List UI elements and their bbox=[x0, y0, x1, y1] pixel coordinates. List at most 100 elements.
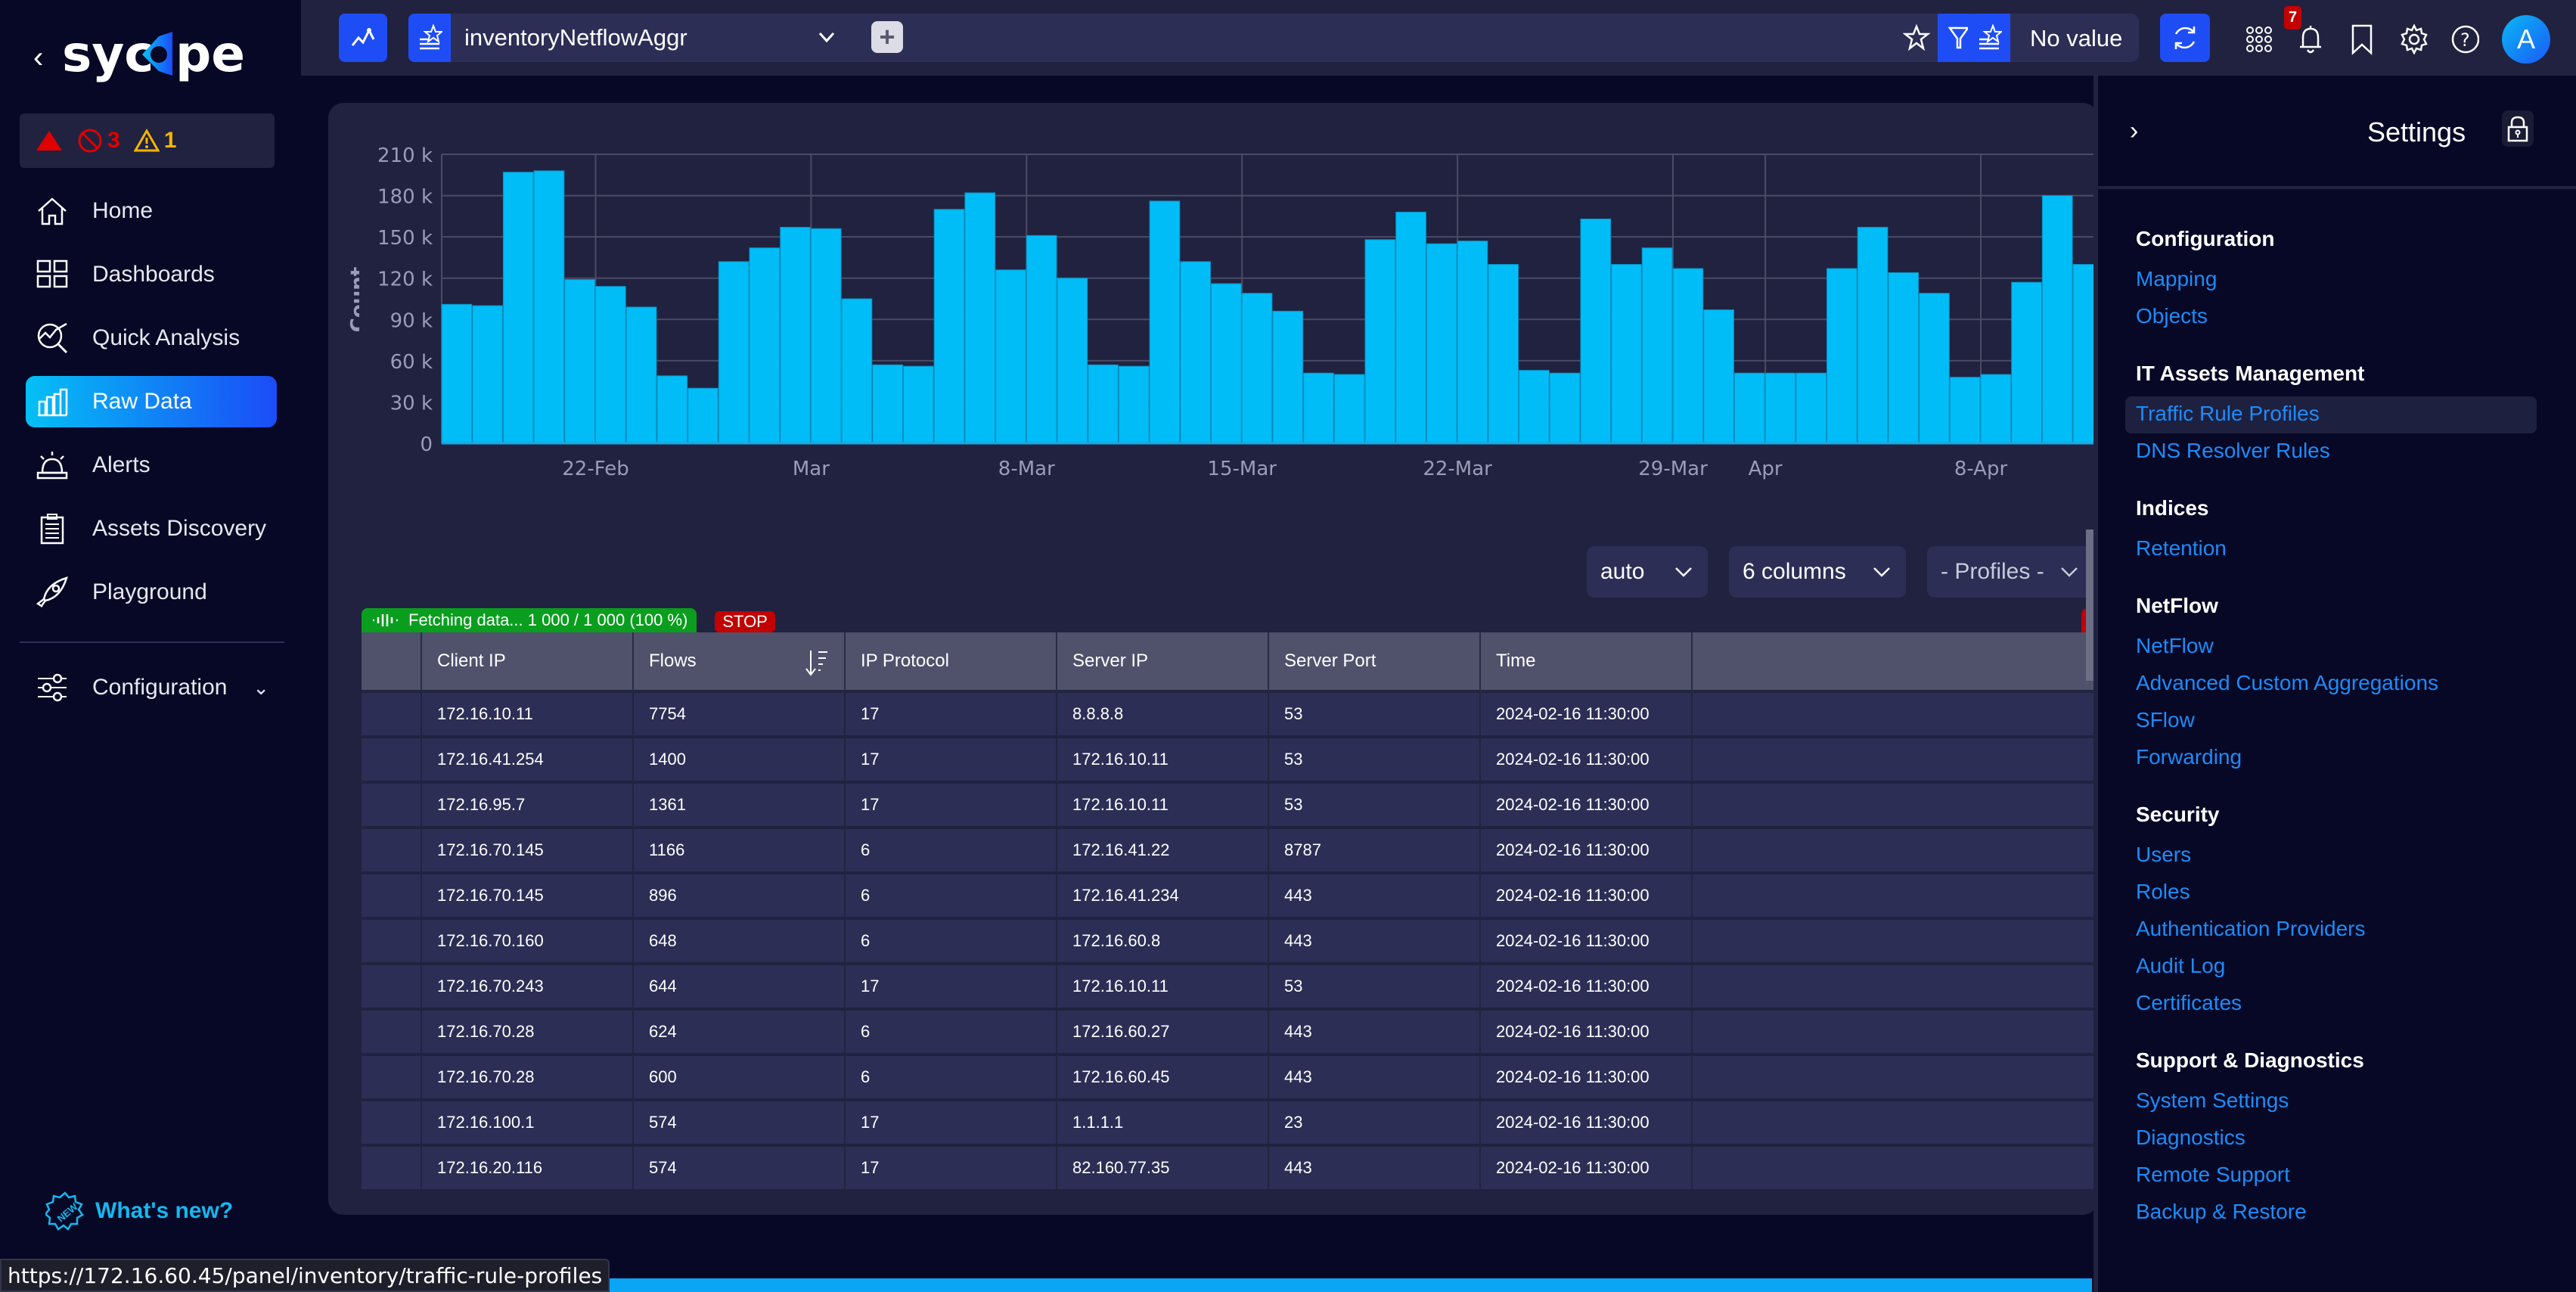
bar[interactable] bbox=[1519, 370, 1550, 444]
sidebar-item-home[interactable]: Home bbox=[26, 185, 277, 237]
chevron-down-icon[interactable]: ⌄ bbox=[253, 676, 269, 700]
settings-link-forwarding[interactable]: Forwarding bbox=[2136, 740, 2559, 777]
bar[interactable] bbox=[872, 364, 903, 444]
interval-select[interactable]: auto bbox=[1587, 546, 1708, 598]
column-header-flows[interactable]: Flows bbox=[634, 632, 846, 693]
column-header-ip-protocol[interactable]: IP Protocol bbox=[846, 632, 1057, 693]
row-select-cell[interactable] bbox=[362, 1056, 422, 1101]
sidebar-item-playground[interactable]: Playground bbox=[26, 567, 277, 618]
bar[interactable] bbox=[1180, 261, 1212, 444]
row-select-cell[interactable] bbox=[362, 1101, 422, 1147]
row-select-cell[interactable] bbox=[362, 1011, 422, 1056]
row-select-cell[interactable] bbox=[362, 829, 422, 874]
bar[interactable] bbox=[1857, 226, 1889, 444]
table-row[interactable]: 172.16.20.116 574 17 82.160.77.35 443 2024-02… bbox=[362, 1147, 2098, 1192]
profiles-select[interactable]: - Profiles - bbox=[1927, 546, 2093, 598]
bar[interactable] bbox=[1488, 264, 1519, 444]
bar[interactable] bbox=[533, 170, 565, 444]
settings-link-authentication-providers[interactable]: Authentication Providers bbox=[2136, 912, 2559, 949]
refresh-button[interactable] bbox=[2160, 14, 2210, 62]
star-icon[interactable] bbox=[1902, 23, 1931, 55]
bar[interactable] bbox=[1057, 278, 1088, 444]
bar[interactable] bbox=[1888, 272, 1920, 444]
bar[interactable] bbox=[1703, 309, 1734, 444]
column-header-client-ip[interactable]: Client IP bbox=[422, 632, 634, 693]
bar[interactable] bbox=[718, 261, 750, 444]
bar[interactable] bbox=[1211, 283, 1242, 444]
settings-link-backup-restore[interactable]: Backup & Restore bbox=[2136, 1194, 2559, 1231]
bar[interactable] bbox=[625, 306, 657, 444]
settings-link-sflow[interactable]: SFlow bbox=[2136, 703, 2559, 740]
bar[interactable] bbox=[964, 192, 996, 444]
settings-link-objects[interactable]: Objects bbox=[2136, 299, 2559, 336]
settings-link-dns-resolver-rules[interactable]: DNS Resolver Rules bbox=[2136, 433, 2559, 471]
bar[interactable] bbox=[749, 247, 781, 444]
bar[interactable] bbox=[1149, 200, 1181, 444]
add-query-button[interactable]: + bbox=[871, 21, 903, 53]
bar[interactable] bbox=[1919, 293, 1950, 444]
bar[interactable] bbox=[780, 226, 811, 444]
bar[interactable] bbox=[810, 228, 842, 444]
column-header-server-port[interactable]: Server Port bbox=[1269, 632, 1481, 693]
bookmark-icon[interactable] bbox=[2348, 17, 2376, 62]
row-select-cell[interactable] bbox=[362, 965, 422, 1011]
settings-link-mapping[interactable]: Mapping bbox=[2136, 262, 2559, 299]
apps-grid-icon[interactable] bbox=[2245, 17, 2273, 62]
avatar[interactable]: A bbox=[2502, 15, 2550, 64]
sort-descending-icon[interactable] bbox=[803, 648, 829, 678]
query-type-button[interactable] bbox=[339, 14, 387, 62]
table-row[interactable]: 172.16.70.160 648 6 172.16.60.8 443 2024-02-1… bbox=[362, 920, 2098, 965]
bar[interactable] bbox=[1241, 293, 1273, 444]
sidebar-item-raw-data[interactable]: Raw Data bbox=[26, 376, 277, 427]
bar[interactable] bbox=[2041, 195, 2073, 444]
column-header-server-ip[interactable]: Server IP bbox=[1057, 632, 1269, 693]
bar[interactable] bbox=[1364, 239, 1396, 444]
bar[interactable] bbox=[1980, 374, 2012, 444]
bar[interactable] bbox=[1026, 234, 1057, 444]
table-row[interactable]: 172.16.41.254 1400 17 172.16.10.11 53 2024-02… bbox=[362, 738, 2098, 784]
bar[interactable] bbox=[1088, 364, 1119, 444]
bar[interactable] bbox=[687, 387, 718, 444]
bar[interactable] bbox=[472, 305, 503, 444]
flows-histogram-chart[interactable]: 0 30 k 60 k 90 k 120 k 150 k 180 k 210 k 22-Feb M… bbox=[328, 103, 2098, 511]
warning-alerts[interactable]: 1 bbox=[133, 128, 176, 154]
bar[interactable] bbox=[995, 269, 1026, 444]
saved-query-icon[interactable] bbox=[408, 14, 451, 62]
row-select-cell[interactable] bbox=[362, 1147, 422, 1192]
collapse-panel-chevron-icon[interactable]: › bbox=[2130, 116, 2138, 146]
settings-link-netflow[interactable]: NetFlow bbox=[2136, 629, 2559, 666]
settings-link-users[interactable]: Users bbox=[2136, 837, 2559, 874]
alerts-summary[interactable]: 3 1 bbox=[20, 113, 275, 168]
sidebar-item-assets-discovery[interactable]: Assets Discovery bbox=[26, 503, 277, 554]
sidebar-item-dashboards[interactable]: Dashboards bbox=[26, 249, 277, 300]
notifications-bell-icon[interactable]: 7 bbox=[2284, 6, 2325, 62]
bar[interactable] bbox=[1611, 264, 1642, 444]
bar[interactable] bbox=[1949, 377, 1981, 444]
table-row[interactable]: 172.16.10.11 7754 17 8.8.8.8 53 2024-02-16 11… bbox=[362, 693, 2098, 738]
settings-link-traffic-rule-profiles[interactable]: Traffic Rule Profiles bbox=[2125, 396, 2537, 433]
bar[interactable] bbox=[1333, 374, 1365, 444]
settings-link-system-settings[interactable]: System Settings bbox=[2136, 1083, 2559, 1120]
settings-link-advanced-custom-aggregations[interactable]: Advanced Custom Aggregations bbox=[2136, 666, 2559, 703]
bar[interactable] bbox=[903, 365, 934, 444]
bar[interactable] bbox=[1826, 268, 1858, 444]
bar[interactable] bbox=[841, 298, 873, 444]
row-select-cell[interactable] bbox=[362, 784, 422, 829]
gear-icon[interactable] bbox=[2399, 17, 2428, 62]
sidebar-item-alerts[interactable]: Alerts bbox=[26, 439, 277, 491]
bar[interactable] bbox=[656, 375, 688, 444]
chevron-left-icon[interactable]: ‹ bbox=[33, 41, 48, 75]
settings-link-audit-log[interactable]: Audit Log bbox=[2136, 949, 2559, 986]
bar[interactable] bbox=[1764, 372, 1796, 444]
bar[interactable] bbox=[2011, 281, 2042, 444]
critical-alert[interactable] bbox=[35, 129, 64, 152]
bar[interactable] bbox=[1303, 372, 1334, 444]
table-row[interactable]: 172.16.70.243 644 17 172.16.10.11 53 2024-02-… bbox=[362, 965, 2098, 1011]
bar[interactable] bbox=[1580, 218, 1612, 444]
table-row[interactable]: 172.16.70.145 1166 6 172.16.41.22 8787 2024-0… bbox=[362, 829, 2098, 874]
bar[interactable] bbox=[1641, 247, 1673, 444]
sidebar-item-quick-analysis[interactable]: Quick Analysis bbox=[26, 312, 277, 364]
bar[interactable] bbox=[1118, 365, 1150, 444]
column-header-select[interactable] bbox=[362, 632, 422, 693]
columns-select[interactable]: 6 columns bbox=[1729, 546, 1906, 598]
